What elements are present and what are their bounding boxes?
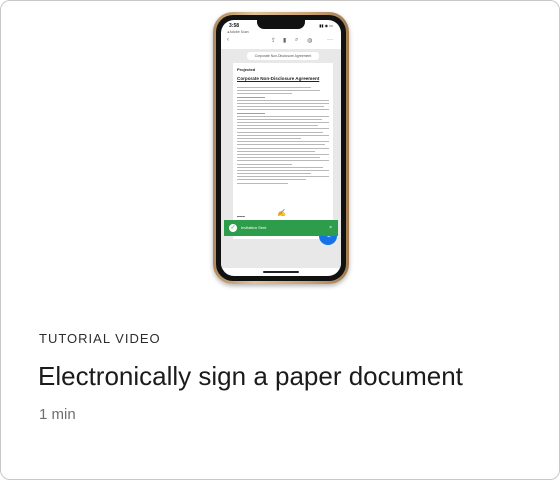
close-icon: × <box>329 225 332 231</box>
phone-screen: 3:58 ◂ Adobe Scan ▮▮ ◉ ▭ ‹ ⇪ ▮ ⌕ ◍ ··· C… <box>221 20 341 276</box>
chevron-left-icon: ‹ <box>227 37 229 43</box>
status-time: 3:58 <box>229 23 240 29</box>
back-to-app-link: ◂ Adobe Scan <box>227 30 249 34</box>
checkmark-icon: ✓ <box>229 224 237 232</box>
tutorial-card[interactable]: 3:58 ◂ Adobe Scan ▮▮ ◉ ▭ ‹ ⇪ ▮ ⌕ ◍ ··· C… <box>0 0 560 480</box>
invitation-sent-toast: ✓ Invitation Sent × <box>224 220 338 236</box>
signature-line: ▬▬▬ <box>237 215 245 218</box>
duration-label: 1 min <box>39 406 76 423</box>
account-icon: ◍ <box>307 38 313 44</box>
document-title: Corporate Non-Disclosure Agreement <box>237 76 320 81</box>
signal-battery-icons: ▮▮ ◉ ▭ <box>319 23 333 28</box>
bookmark-icon: ▮ <box>283 38 287 44</box>
document-name-chip: Corporate Non-Disclosure Agreement <box>247 52 319 60</box>
content-type-label: TUTORIAL VIDEO <box>39 331 161 346</box>
app-toolbar: ‹ ⇪ ▮ ⌕ ◍ ··· <box>221 36 341 48</box>
document-page: Projected Corporate Non-Disclosure Agree… <box>233 63 333 239</box>
phone-notch <box>257 20 305 29</box>
phone-frame: 3:58 ◂ Adobe Scan ▮▮ ◉ ▭ ‹ ⇪ ▮ ⌕ ◍ ··· C… <box>213 12 349 284</box>
handwritten-signature: ✍ <box>277 209 286 217</box>
more-icon: ··· <box>327 37 333 43</box>
video-thumbnail[interactable]: 3:58 ◂ Adobe Scan ▮▮ ◉ ▭ ‹ ⇪ ▮ ⌕ ◍ ··· C… <box>1 1 559 301</box>
card-title[interactable]: Electronically sign a paper document <box>38 361 463 392</box>
toast-message: Invitation Sent <box>241 225 267 230</box>
phone-bezel: 3:58 ◂ Adobe Scan ▮▮ ◉ ▭ ‹ ⇪ ▮ ⌕ ◍ ··· C… <box>216 15 346 281</box>
document-body-text <box>237 87 329 186</box>
home-indicator <box>263 271 299 273</box>
document-brand: Projected <box>237 67 256 72</box>
search-icon: ⌕ <box>295 37 299 43</box>
share-icon: ⇪ <box>271 38 277 44</box>
